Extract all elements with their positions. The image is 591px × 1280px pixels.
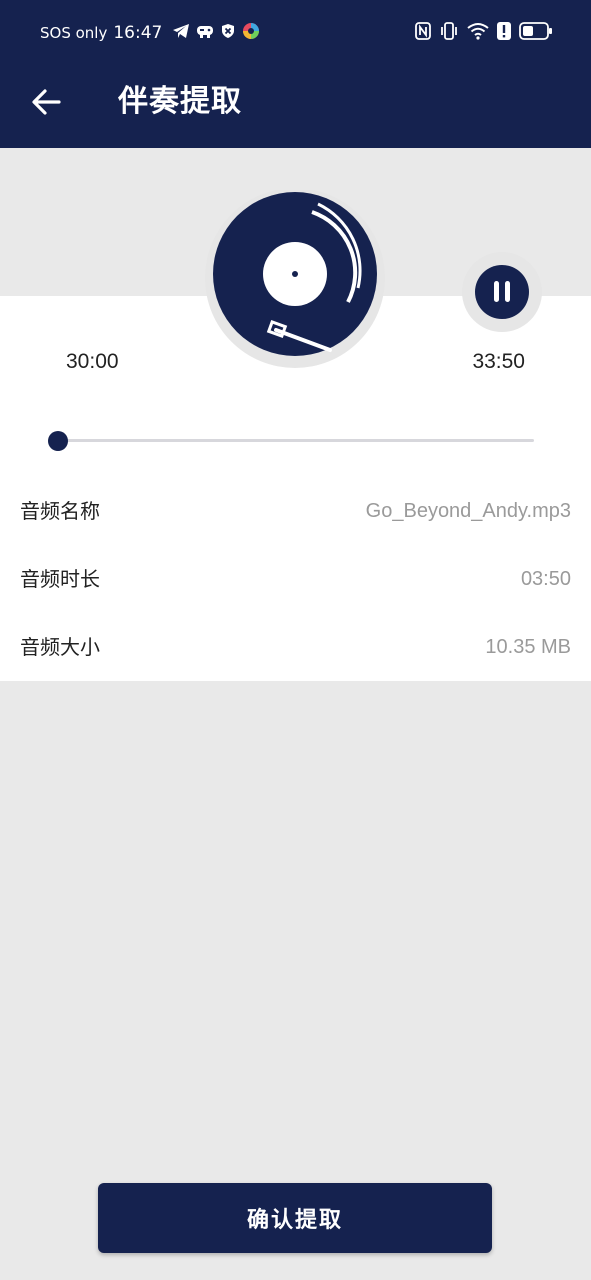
detail-row-duration: 音频时长 03:50: [0, 559, 591, 599]
alert-icon: [497, 22, 511, 44]
total-time: 33:50: [472, 350, 525, 373]
current-time: 30:00: [66, 350, 119, 373]
slider-track: [58, 439, 534, 442]
nfc-icon: [415, 22, 431, 44]
slider-thumb[interactable]: [48, 431, 68, 451]
status-right: [415, 22, 553, 44]
colorful-app-icon: [242, 22, 260, 44]
status-bar: SOS only 16:47: [0, 0, 591, 66]
telegram-icon: [172, 23, 190, 43]
vibrate-icon: [439, 22, 459, 44]
shield-icon: [220, 23, 236, 43]
wifi-icon: [467, 22, 489, 44]
detail-label: 音频大小: [20, 635, 100, 659]
detail-value: Go_Beyond_Andy.mp3: [365, 500, 571, 522]
back-button[interactable]: [28, 84, 64, 120]
detail-row-size: 音频大小 10.35 MB: [0, 627, 591, 667]
vinyl-record-icon: [202, 188, 388, 368]
detail-label: 音频名称: [20, 499, 100, 523]
confirm-extract-button[interactable]: 确认提取: [98, 1183, 492, 1253]
detail-row-name: 音频名称 Go_Beyond_Andy.mp3: [0, 491, 591, 531]
app-header: SOS only 16:47 伴奏提取: [0, 0, 591, 148]
carrier-text: SOS only: [40, 24, 108, 42]
progress-slider[interactable]: [48, 428, 534, 454]
arrow-left-icon: [32, 89, 61, 115]
clock: 16:47: [113, 23, 163, 43]
status-left: SOS only 16:47: [40, 22, 260, 44]
page-title: 伴奏提取: [118, 84, 242, 119]
detail-value: 03:50: [520, 568, 571, 590]
detail-value: 10.35 MB: [485, 636, 571, 658]
battery-icon: [519, 22, 553, 44]
detail-label: 音频时长: [20, 567, 100, 591]
game-controller-icon: [196, 23, 214, 43]
pause-button[interactable]: [462, 252, 542, 332]
